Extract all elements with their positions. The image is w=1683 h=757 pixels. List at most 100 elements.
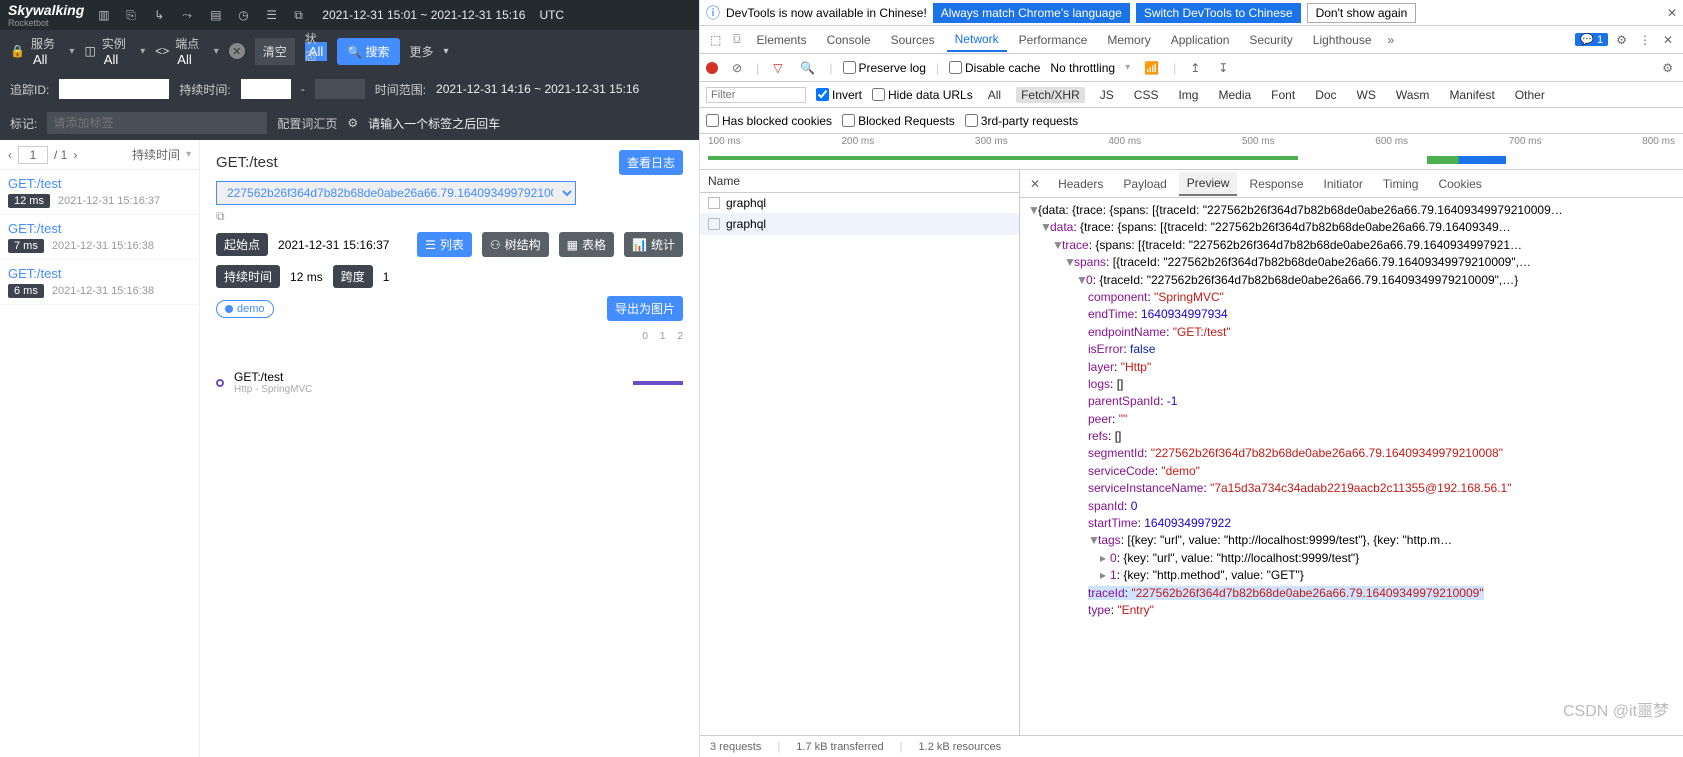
tab-security[interactable]: Security — [1241, 29, 1300, 51]
close-icon[interactable]: ✕ — [1024, 177, 1046, 191]
export-image-button[interactable]: 导出为图片 — [607, 296, 683, 321]
line-icon[interactable]: ⤳ — [182, 8, 196, 22]
request-row[interactable]: graphql — [700, 193, 1019, 214]
filter-css[interactable]: CSS — [1129, 87, 1164, 103]
wifi-icon[interactable]: 📶 — [1140, 61, 1163, 75]
endpoint-select[interactable]: All — [175, 50, 207, 69]
filter-doc[interactable]: Doc — [1310, 87, 1341, 103]
pager-prev[interactable]: ‹ — [8, 148, 12, 162]
gear-icon[interactable]: ⚙ — [1612, 33, 1631, 47]
trace-item[interactable]: GET:/test 6 ms2021-12-31 15:16:38 — [0, 260, 199, 305]
trace-item[interactable]: GET:/test 12 ms2021-12-31 15:16:37 — [0, 170, 199, 215]
trace-id-select[interactable]: 227562b26f364d7b82b68de0abe26a66.79.1640… — [216, 181, 576, 205]
chevron-down-icon[interactable]: ▾ — [69, 46, 74, 57]
tab-network[interactable]: Network — [947, 28, 1007, 52]
trace-icon[interactable]: ↳ — [154, 8, 168, 22]
preserve-log-checkbox[interactable]: Preserve log — [843, 61, 926, 75]
pager-page[interactable]: 1 — [18, 146, 48, 164]
instance-select[interactable]: All — [102, 50, 134, 69]
topo-icon[interactable]: ⎘ — [126, 8, 140, 22]
tab-sources[interactable]: Sources — [883, 29, 943, 51]
view-log-button[interactable]: 查看日志 — [619, 150, 683, 175]
config-label[interactable]: 配置词汇页 — [277, 115, 337, 132]
throttle-select[interactable]: No throttling — [1050, 61, 1115, 75]
third-party-checkbox[interactable]: 3rd-party requests — [965, 114, 1078, 128]
filter-wasm[interactable]: Wasm — [1391, 87, 1435, 103]
duration-max-input[interactable] — [315, 79, 365, 99]
kebab-icon[interactable]: ⋮ — [1635, 33, 1655, 47]
resp-tab-response[interactable]: Response — [1241, 173, 1311, 195]
pager-next[interactable]: › — [73, 148, 77, 162]
trace-item[interactable]: GET:/test 7 ms2021-12-31 15:16:38 — [0, 215, 199, 260]
close-icon[interactable]: ✕ — [229, 43, 245, 59]
tab-memory[interactable]: Memory — [1099, 29, 1158, 51]
waterfall[interactable]: 100 ms 200 ms 300 ms 400 ms 500 ms 600 m… — [700, 134, 1683, 170]
more-tabs-icon[interactable]: » — [1384, 33, 1399, 47]
gear-icon[interactable]: ⚙ — [1658, 61, 1677, 75]
tab-elements[interactable]: Elements — [749, 29, 815, 51]
chart-icon[interactable]: ▥ — [98, 8, 112, 22]
table-view-button[interactable]: ▦ 表格 — [559, 232, 614, 257]
list-view-button[interactable]: ☰ 列表 — [417, 232, 472, 257]
search-button[interactable]: 🔍 搜索 — [337, 38, 399, 65]
clear-button[interactable]: 清空 — [255, 38, 295, 65]
blocked-req-checkbox[interactable]: Blocked Requests — [842, 114, 955, 128]
device-icon[interactable]: ⌼ — [729, 32, 744, 47]
traceid-input[interactable] — [59, 79, 169, 99]
hide-urls-checkbox[interactable]: Hide data URLs — [872, 88, 973, 102]
filter-media[interactable]: Media — [1213, 87, 1256, 103]
invert-checkbox[interactable]: Invert — [816, 88, 862, 102]
stats-view-button[interactable]: 📊 统计 — [624, 232, 683, 257]
tag-input[interactable] — [47, 112, 267, 134]
chevron-down-icon[interactable]: ▾ — [140, 46, 145, 57]
close-icon[interactable]: ✕ — [1659, 33, 1677, 47]
filter-input[interactable] — [706, 87, 806, 103]
filter-icon[interactable]: ▽ — [769, 61, 786, 75]
copy-icon[interactable]: ⧉ — [216, 209, 225, 223]
filter-ws[interactable]: WS — [1352, 87, 1381, 103]
tab-lighthouse[interactable]: Lighthouse — [1305, 29, 1380, 51]
filter-other[interactable]: Other — [1510, 87, 1550, 103]
json-preview[interactable]: ▼{data: {trace: {spans: [{traceId: "2275… — [1020, 198, 1683, 735]
tree-view-button[interactable]: ⚇ 树结构 — [482, 232, 549, 257]
messages-badge[interactable]: 💬 1 — [1575, 33, 1608, 46]
alarm-icon[interactable]: ◷ — [238, 8, 252, 22]
close-icon[interactable]: ✕ — [1667, 6, 1677, 20]
download-icon[interactable]: ↧ — [1214, 61, 1232, 75]
filter-js[interactable]: JS — [1095, 87, 1119, 103]
clear-icon[interactable]: ⊘ — [728, 61, 746, 75]
search-icon[interactable]: 🔍 — [796, 61, 819, 75]
record-icon[interactable] — [706, 62, 718, 74]
filter-all[interactable]: All — [983, 87, 1006, 103]
filter-xhr[interactable]: Fetch/XHR — [1016, 87, 1085, 103]
resp-tab-timing[interactable]: Timing — [1375, 173, 1427, 195]
blocked-cookies-checkbox[interactable]: Has blocked cookies — [706, 114, 832, 128]
tab-application[interactable]: Application — [1163, 29, 1238, 51]
more-link[interactable]: 更多 — [410, 43, 434, 60]
resp-tab-initiator[interactable]: Initiator — [1316, 173, 1371, 195]
upload-icon[interactable]: ↥ — [1186, 61, 1204, 75]
chevron-down-icon[interactable]: ▾ — [1125, 62, 1130, 73]
copy-icon[interactable]: ⧉ — [294, 8, 308, 22]
banner-match-button[interactable]: Always match Chrome's language — [933, 3, 1130, 23]
request-row[interactable]: graphql — [700, 214, 1019, 235]
list-icon[interactable]: ☰ — [266, 8, 280, 22]
service-select[interactable]: All — [31, 50, 63, 69]
resp-tab-payload[interactable]: Payload — [1115, 173, 1174, 195]
resp-tab-preview[interactable]: Preview — [1179, 172, 1238, 196]
filter-img[interactable]: Img — [1173, 87, 1203, 103]
tab-performance[interactable]: Performance — [1011, 29, 1096, 51]
time-range[interactable]: 2021-12-31 15:01 ~ 2021-12-31 15:16 — [322, 8, 525, 22]
inspect-icon[interactable]: ⬚ — [706, 33, 725, 47]
banner-switch-button[interactable]: Switch DevTools to Chinese — [1136, 3, 1301, 23]
banner-dismiss-button[interactable]: Don't show again — [1307, 3, 1417, 23]
log-icon[interactable]: ▤ — [210, 8, 224, 22]
tab-console[interactable]: Console — [819, 29, 879, 51]
sort-label[interactable]: 持续时间 — [132, 146, 180, 163]
disable-cache-checkbox[interactable]: Disable cache — [949, 61, 1040, 75]
resp-tab-headers[interactable]: Headers — [1050, 173, 1111, 195]
filter-manifest[interactable]: Manifest — [1444, 87, 1499, 103]
resp-tab-cookies[interactable]: Cookies — [1430, 173, 1489, 195]
span-row[interactable]: GET:/test Http - SpringMVC — [216, 370, 683, 395]
filter-font[interactable]: Font — [1266, 87, 1300, 103]
